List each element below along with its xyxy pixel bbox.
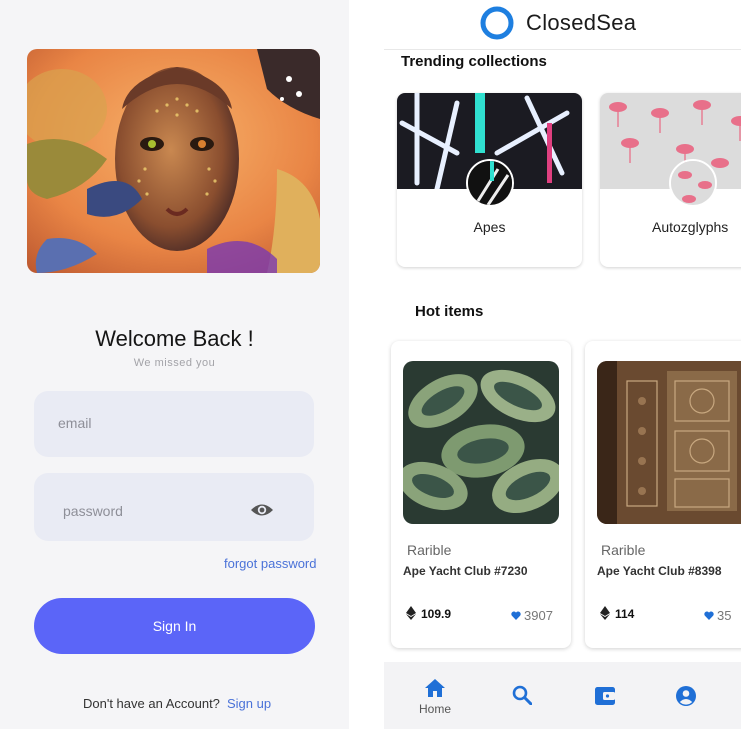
- ethereum-icon: [600, 606, 610, 620]
- password-field[interactable]: password: [34, 473, 314, 541]
- password-placeholder: password: [63, 503, 123, 519]
- heart-icon[interactable]: [704, 611, 714, 620]
- hero-image: [27, 49, 320, 273]
- email-field[interactable]: email: [34, 391, 314, 457]
- account-icon: [676, 686, 696, 706]
- no-account-text: Don't have an Account?: [83, 696, 220, 711]
- item-card[interactable]: Rarible Ape Yacht Club #8398 114 35: [585, 341, 741, 648]
- home-icon: [425, 679, 445, 697]
- brand-name: ClosedSea: [526, 10, 637, 35]
- nav-home-label: Home: [418, 702, 451, 716]
- item-title: Ape Yacht Club #8398: [597, 564, 722, 578]
- collection-avatar: [466, 159, 514, 207]
- collection-card-autozglyphs[interactable]: Autozglyphs: [600, 93, 741, 267]
- item-creator: Rarible: [601, 542, 646, 558]
- collection-avatar: [669, 159, 717, 207]
- nav-search[interactable]: [492, 662, 552, 729]
- ethereum-icon: [406, 606, 416, 620]
- nav-wallet[interactable]: [575, 662, 635, 729]
- item-likes: 3907: [524, 608, 553, 623]
- item-title: Ape Yacht Club #7230: [403, 564, 528, 578]
- search-icon: [512, 685, 532, 705]
- heart-icon[interactable]: [511, 611, 521, 620]
- sign-up-link[interactable]: Sign up: [227, 696, 271, 711]
- item-image: [597, 361, 741, 524]
- item-price: 114: [615, 607, 635, 621]
- nav-account[interactable]: [656, 662, 716, 729]
- welcome-title: Welcome Back !: [95, 326, 254, 351]
- nav-home[interactable]: Home: [405, 662, 465, 729]
- item-card[interactable]: Rarible Ape Yacht Club #7230 109.9 3907: [391, 341, 571, 648]
- collection-card-apes[interactable]: Apes: [397, 93, 582, 267]
- item-image: [403, 361, 559, 524]
- login-screen: Welcome Back ! We missed you email passw…: [0, 0, 349, 729]
- welcome-subtitle: We missed you: [133, 357, 216, 369]
- collection-name: Autozglyphs: [652, 219, 729, 235]
- hot-items-title: Hot items: [415, 303, 484, 320]
- eye-icon[interactable]: [250, 502, 274, 518]
- sign-in-button[interactable]: Sign In: [34, 598, 315, 654]
- item-likes: 35: [717, 608, 732, 623]
- item-creator: Rarible: [407, 542, 452, 558]
- forgot-password-link[interactable]: forgot password: [224, 556, 317, 571]
- email-placeholder: email: [58, 415, 92, 431]
- wallet-icon: [595, 687, 615, 705]
- marketplace-screen: ClosedSea Trending collections Apes Auto…: [384, 0, 741, 729]
- closedsea-logo-icon: [480, 6, 514, 40]
- item-price: 109.9: [421, 607, 452, 621]
- trending-title: Trending collections: [401, 53, 547, 70]
- bottom-navigation: Home: [384, 662, 741, 729]
- collection-name: Apes: [473, 219, 506, 235]
- top-bar: ClosedSea: [384, 0, 741, 50]
